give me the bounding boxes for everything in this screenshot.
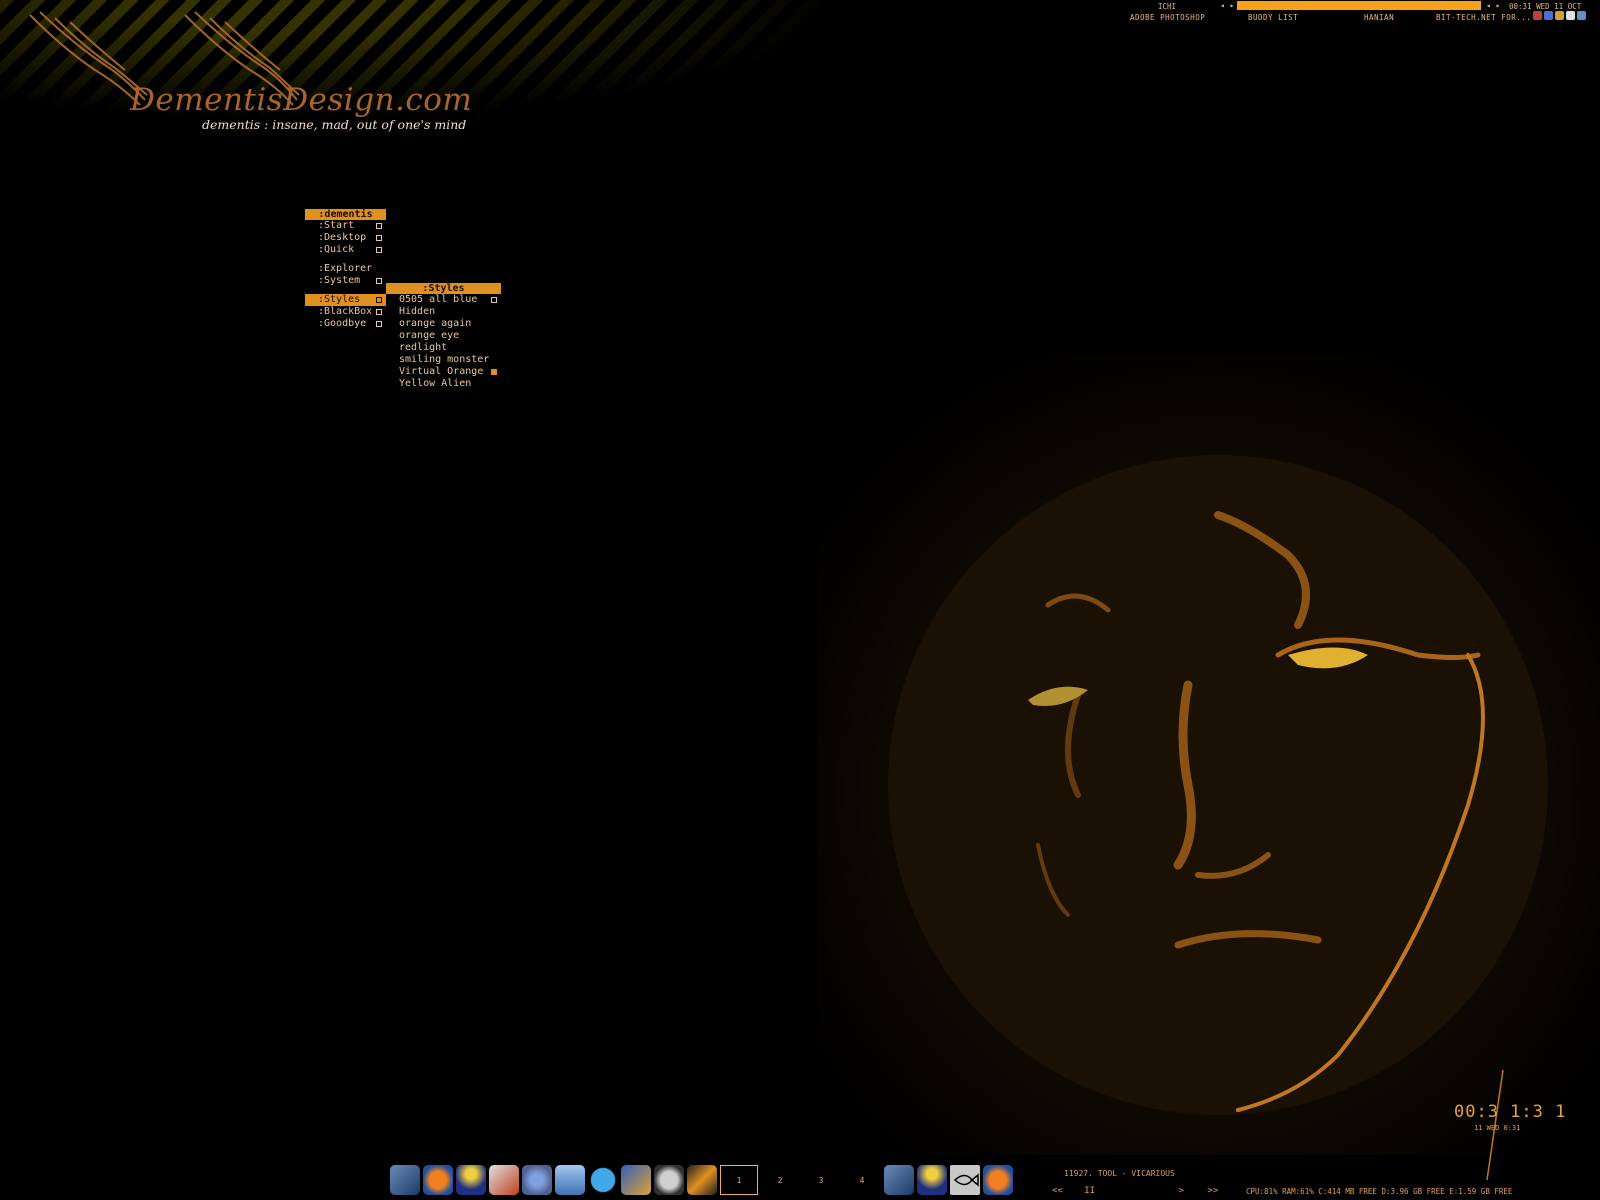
desktop-clock-date: 11 WED 0:31 [1474,1124,1521,1132]
style-item[interactable]: Hidden [386,306,501,318]
submenu-arrow-icon [376,235,382,241]
menu-item-goodbye[interactable]: :Goodbye [305,318,386,330]
workspace-switch-arrows[interactable]: ◂ ▸ [1220,1,1234,10]
style-item[interactable]: 0505 all blue [386,294,501,306]
dock: 1 2 3 4 [390,1164,1013,1196]
skype-icon[interactable] [588,1165,618,1195]
menu-separator [305,256,386,263]
menu-item-explorer[interactable]: :Explorer [305,263,386,275]
system-stats: CPU:81% RAM:61% C:414 MB FREE D:3.96 GB … [1246,1187,1513,1196]
aim2-icon[interactable] [917,1165,947,1195]
workspace-3-button[interactable]: 3 [802,1165,840,1195]
main-menu: :dementis :Start :Desktop :Quick :Explor… [305,209,386,330]
aim-icon[interactable] [456,1165,486,1195]
style-item[interactable]: Yellow Alien [386,378,501,390]
media-controls: << II > >> [1052,1186,1218,1196]
workspace-1-button[interactable]: 1 [720,1165,758,1195]
submenu-arrow-icon [376,321,382,327]
task-bit-tech[interactable]: BIT-TECH.NET FOR... [1436,13,1531,22]
previous-button[interactable]: << [1052,1186,1063,1196]
system-tray [1533,11,1586,20]
menu-item-start[interactable]: :Start [305,220,386,232]
firefox-icon[interactable] [423,1165,453,1195]
desktop-clock-time: 00:3 1:3 1 [1454,1102,1567,1122]
style-item[interactable]: smiling monster [386,354,501,366]
firefox2-icon[interactable] [983,1165,1013,1195]
workspace-2-button[interactable]: 2 [761,1165,799,1195]
top-clock: 00:31 WED 11 OCT [1509,2,1582,11]
feather2-icon[interactable] [884,1165,914,1195]
menu-item-system[interactable]: :System [305,275,386,287]
submenu-arrow-icon [376,309,382,315]
style-item-selected[interactable]: Virtual Orange [386,366,501,378]
menu-title: :dementis [305,209,386,220]
tray-window-icon[interactable] [1566,11,1575,20]
tray-star-icon[interactable] [1555,11,1564,20]
tray-network-icon[interactable] [1544,11,1553,20]
bolt-icon[interactable] [687,1165,717,1195]
tagline: dementis : insane, mad, out of one's min… [202,117,467,132]
menu-item-styles[interactable]: :Styles [305,294,386,306]
submenu-arrow-icon [376,247,382,253]
site-logo: DementisDesign.com [130,82,473,118]
menu-item-quick[interactable]: :Quick [305,244,386,256]
workspace-4-button[interactable]: 4 [843,1165,881,1195]
tray-globe-icon[interactable] [1577,11,1586,20]
selected-radio-icon [491,369,497,375]
notepad-icon[interactable] [555,1165,585,1195]
itunes-icon[interactable] [522,1165,552,1195]
style-item[interactable]: orange eye [386,330,501,342]
next-track-button[interactable]: >> [1207,1186,1218,1196]
style-item[interactable]: orange again [386,318,501,330]
submenu-arrow-icon [376,297,382,303]
submenu-title: :Styles [386,283,501,294]
menu-separator [305,287,386,294]
pen-icon[interactable] [489,1165,519,1195]
task-buddy-list[interactable]: BUDDY LIST [1248,13,1298,22]
menu-item-desktop[interactable]: :Desktop [305,232,386,244]
wallpaper-face [818,355,1600,1155]
task-photoshop[interactable]: ADOBE PHOTOSHOP [1130,13,1205,22]
feather-icon[interactable] [390,1165,420,1195]
satellite-icon[interactable] [621,1165,651,1195]
top-taskbar-indicator [1237,1,1481,10]
styles-submenu: :Styles 0505 all blue Hidden orange agai… [386,283,501,390]
now-playing: 11927. TOOL - VICARIOUS [1064,1169,1175,1178]
workspace-label: ICHI [1158,2,1177,11]
menu-item-blackbox[interactable]: :BlackBox [305,306,386,318]
helmet-icon[interactable] [654,1165,684,1195]
fish-icon[interactable] [950,1165,980,1195]
taskbar-arrows[interactable]: ◂ ▸ [1486,1,1500,10]
tray-app-icon[interactable] [1533,11,1542,20]
submenu-arrow-icon [376,278,382,284]
pause-button[interactable]: II [1084,1186,1095,1196]
task-hanian[interactable]: HANIAN [1364,13,1394,22]
submenu-arrow-icon [376,223,382,229]
style-item[interactable]: redlight [386,342,501,354]
radio-icon [491,297,497,303]
play-next-button[interactable]: > [1179,1186,1184,1196]
